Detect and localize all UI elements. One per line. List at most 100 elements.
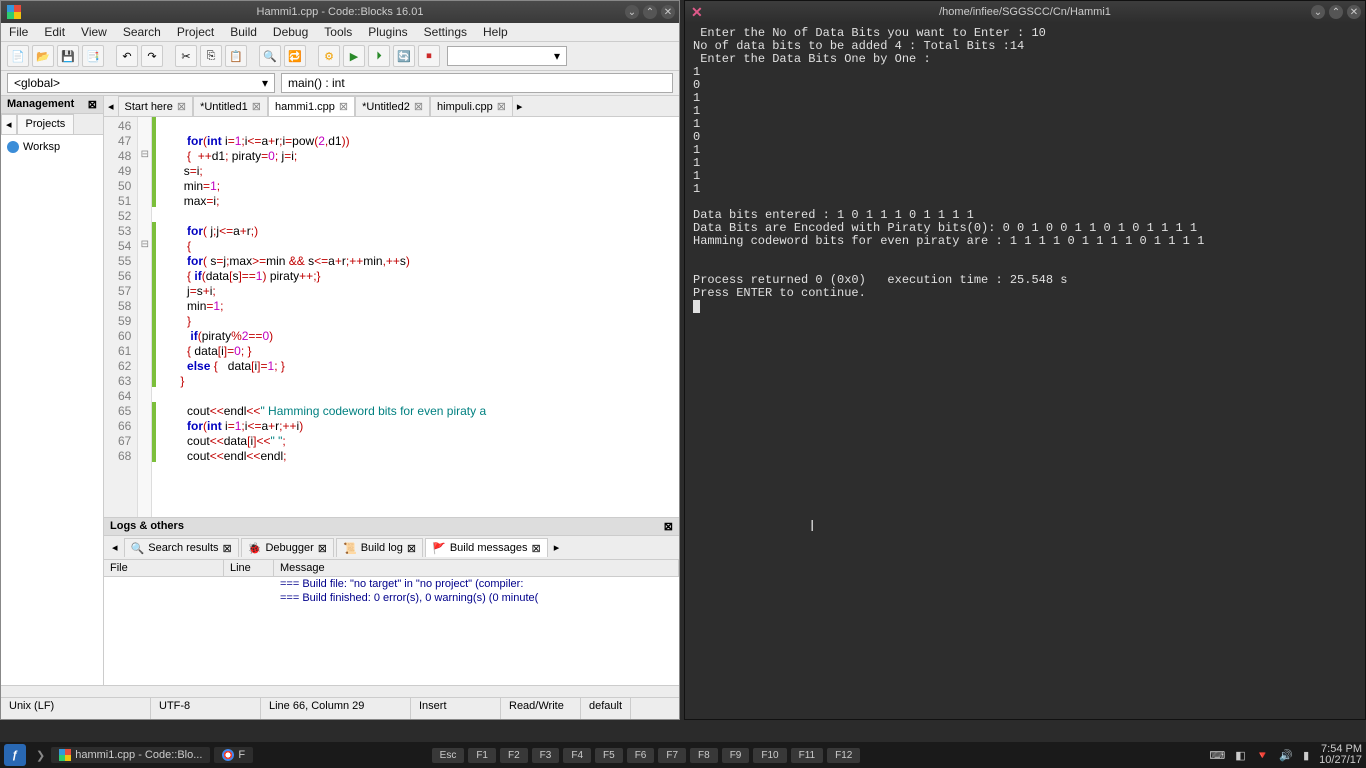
menu-file[interactable]: File — [9, 25, 28, 39]
close-button[interactable]: ✕ — [661, 5, 675, 19]
close-icon[interactable]: ⊠ — [414, 100, 423, 113]
clock[interactable]: 7:54 PM 10/27/17 — [1319, 744, 1362, 766]
system-taskbar: ƒ ❯ hammi1.cpp - Code::Blo...F EscF1F2F3… — [0, 742, 1366, 768]
battery-icon[interactable]: ▮ — [1303, 749, 1309, 762]
rebuild-button[interactable]: 🔄 — [393, 45, 415, 67]
log-tab[interactable]: 📜Build log⊠ — [336, 538, 423, 557]
close-icon[interactable]: ⊠ — [223, 542, 232, 555]
save-button[interactable]: 💾 — [57, 45, 79, 67]
menu-tools[interactable]: Tools — [324, 25, 352, 39]
menu-help[interactable]: Help — [483, 25, 508, 39]
redo-button[interactable]: ↷ — [141, 45, 163, 67]
system-tray: ⌨ ◧ 🔻 🔊 ▮ 7:54 PM 10/27/17 — [1209, 744, 1362, 766]
close-icon[interactable]: ⊠ — [407, 542, 416, 555]
minimize-button[interactable]: ⌄ — [625, 5, 639, 19]
close-icon[interactable]: ⊠ — [497, 100, 506, 113]
fkey-esc[interactable]: Esc — [432, 748, 465, 763]
editor-tab[interactable]: Start here⊠ — [118, 96, 194, 116]
editor-tab[interactable]: *Untitled1⊠ — [193, 96, 268, 116]
task-item[interactable]: hammi1.cpp - Code::Blo... — [51, 747, 210, 763]
close-icon[interactable]: ⊠ — [318, 542, 327, 555]
keyboard-icon[interactable]: ⌨ — [1209, 749, 1225, 762]
run-button[interactable]: ▶ — [343, 45, 365, 67]
menu-debug[interactable]: Debug — [273, 25, 308, 39]
close-icon[interactable]: ⊠ — [532, 542, 541, 555]
save-all-button[interactable]: 📑 — [82, 45, 104, 67]
code-content[interactable]: for(int i=1;i<=a+r;i=pow(2,d1)) { ++d1; … — [156, 117, 679, 517]
workspace-label: Worksp — [23, 141, 60, 153]
network-icon[interactable]: 🔻 — [1256, 749, 1270, 762]
logtab-scroll-left[interactable]: ◂ — [108, 538, 122, 557]
tray-icon-1[interactable]: ◧ — [1235, 749, 1245, 762]
code-editor[interactable]: 4647484950515253545556575859606162636465… — [104, 117, 679, 517]
menu-plugins[interactable]: Plugins — [368, 25, 407, 39]
term-maximize-button[interactable]: ⌃ — [1329, 5, 1343, 19]
close-icon[interactable]: ⊠ — [177, 100, 186, 113]
replace-button[interactable]: 🔁 — [284, 45, 306, 67]
fkey-f8[interactable]: F8 — [690, 748, 718, 763]
logs-panel: Logs & others ⊠ ◂ 🔍Search results⊠🐞Debug… — [104, 517, 679, 685]
workspace-item[interactable]: Worksp — [5, 139, 99, 155]
fkey-f10[interactable]: F10 — [753, 748, 786, 763]
editor-tab[interactable]: himpuli.cpp⊠ — [430, 96, 513, 116]
close-icon[interactable]: ⊠ — [339, 100, 348, 113]
status-default: default — [581, 698, 631, 719]
logtab-scroll-right[interactable]: ▸ — [550, 538, 564, 557]
fkey-f4[interactable]: F4 — [563, 748, 591, 763]
mgmt-tab-projects[interactable]: Projects — [17, 114, 75, 134]
cut-button[interactable]: ✂ — [175, 45, 197, 67]
menu-search[interactable]: Search — [123, 25, 161, 39]
panel-close-icon[interactable]: ⊠ — [88, 98, 97, 111]
fkey-f9[interactable]: F9 — [722, 748, 750, 763]
fkey-f3[interactable]: F3 — [532, 748, 560, 763]
maximize-button[interactable]: ⌃ — [643, 5, 657, 19]
build-target-dropdown[interactable]: ▾ — [447, 46, 567, 66]
function-dropdown[interactable]: main() : int — [281, 73, 673, 93]
log-tab[interactable]: 🚩Build messages⊠ — [425, 538, 548, 557]
log-tab[interactable]: 🔍Search results⊠ — [124, 538, 239, 557]
logs-close-icon[interactable]: ⊠ — [664, 520, 673, 533]
term-close-button[interactable]: ✕ — [1347, 5, 1361, 19]
tab-scroll-left[interactable]: ◂ — [104, 97, 118, 116]
term-minimize-button[interactable]: ⌄ — [1311, 5, 1325, 19]
menu-settings[interactable]: Settings — [424, 25, 467, 39]
fkey-f11[interactable]: F11 — [791, 748, 824, 763]
start-button[interactable]: ƒ — [4, 744, 26, 766]
build-run-button[interactable]: ⏵ — [368, 45, 390, 67]
terminal-icon: ✕ — [691, 4, 703, 21]
fkey-f7[interactable]: F7 — [658, 748, 686, 763]
fkey-f5[interactable]: F5 — [595, 748, 623, 763]
fkey-f12[interactable]: F12 — [827, 748, 860, 763]
build-button[interactable]: ⚙ — [318, 45, 340, 67]
log-tab[interactable]: 🐞Debugger⊠ — [241, 538, 334, 557]
new-file-button[interactable]: 📄 — [7, 45, 29, 67]
fkey-f6[interactable]: F6 — [627, 748, 655, 763]
editor-tab[interactable]: *Untitled2⊠ — [355, 96, 430, 116]
open-file-button[interactable]: 📂 — [32, 45, 54, 67]
copy-button[interactable]: ⎘ — [200, 45, 222, 67]
terminal-output[interactable]: Enter the No of Data Bits you want to En… — [685, 23, 1365, 719]
find-button[interactable]: 🔍 — [259, 45, 281, 67]
scope-value: <global> — [14, 76, 60, 90]
menu-build[interactable]: Build — [230, 25, 257, 39]
undo-button[interactable]: ↶ — [116, 45, 138, 67]
task-item[interactable]: F — [214, 747, 253, 763]
mgmt-tab-left[interactable]: ◂ — [1, 114, 17, 134]
abort-button[interactable]: ⏹ — [418, 45, 440, 67]
scope-dropdown[interactable]: <global>▾ — [7, 73, 275, 93]
editor-tab[interactable]: hammi1.cpp⊠ — [268, 96, 355, 116]
log-row[interactable]: === Build finished: 0 error(s), 0 warnin… — [104, 591, 679, 605]
close-icon[interactable]: ⊠ — [252, 100, 261, 113]
menu-view[interactable]: View — [81, 25, 107, 39]
fold-gutter[interactable]: ⊟ ⊟ — [138, 117, 152, 517]
menu-project[interactable]: Project — [177, 25, 214, 39]
menu-edit[interactable]: Edit — [44, 25, 65, 39]
fkey-f2[interactable]: F2 — [500, 748, 528, 763]
paste-button[interactable]: 📋 — [225, 45, 247, 67]
fkey-f1[interactable]: F1 — [468, 748, 496, 763]
tab-scroll-right[interactable]: ▸ — [513, 97, 527, 116]
volume-icon[interactable]: 🔊 — [1279, 749, 1293, 762]
cb-title: Hammi1.cpp - Code::Blocks 16.01 — [257, 6, 424, 18]
log-rows: === Build file: "no target" in "no proje… — [104, 577, 679, 685]
log-row[interactable]: === Build file: "no target" in "no proje… — [104, 577, 679, 591]
